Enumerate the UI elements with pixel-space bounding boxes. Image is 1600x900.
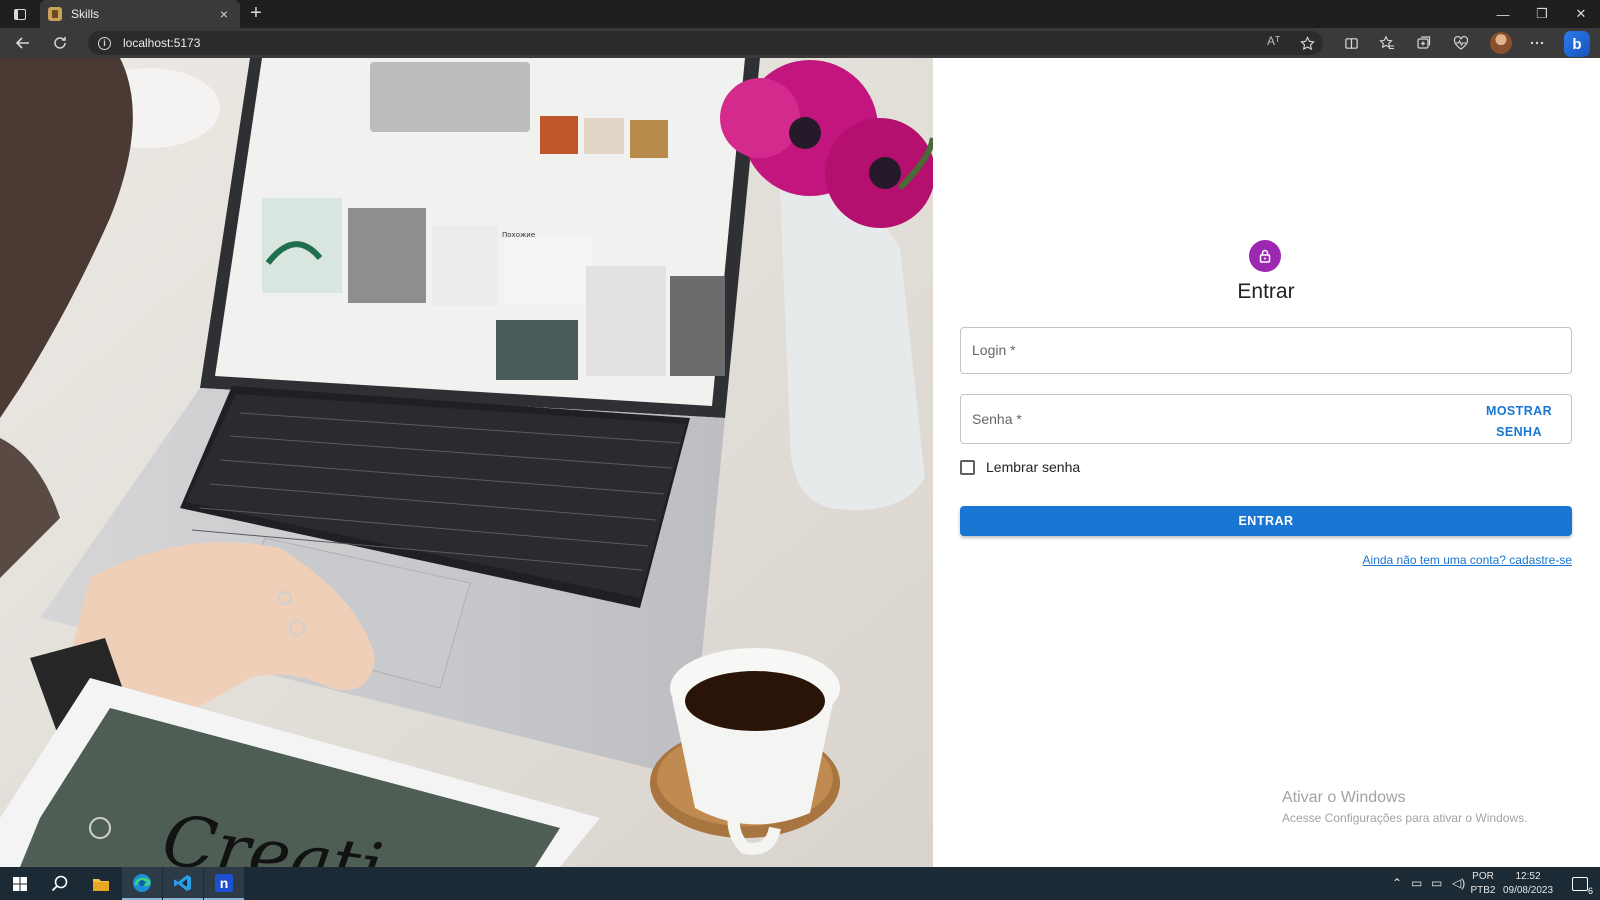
lock-icon (1259, 249, 1271, 263)
more-icon[interactable] (1524, 31, 1550, 55)
password-label: Senha * (972, 411, 1022, 427)
volume-icon[interactable]: ◁) (1452, 876, 1465, 890)
tab-favicon-icon (48, 7, 62, 21)
page-title: Entrar (1237, 280, 1295, 303)
back-arrow-icon[interactable] (10, 31, 36, 55)
chevron-up-icon[interactable]: ⌃ (1392, 876, 1402, 890)
hero-illustration: Похожие Creati (0, 58, 933, 867)
remember-checkbox[interactable] (960, 459, 975, 475)
copilot-icon[interactable]: b (1564, 31, 1590, 57)
tab-actions-icon[interactable] (8, 4, 32, 24)
show-password-line1: MOSTRAR (1486, 404, 1552, 418)
edge-icon[interactable] (122, 867, 162, 900)
clock-time: 12:52 (1515, 871, 1541, 882)
browser-toolbar: i localhost:5173 Aᵀ (0, 28, 1600, 58)
show-password-button[interactable]: MOSTRAR SENHA (1479, 401, 1559, 443)
n-app-icon[interactable]: n (204, 867, 244, 900)
browser-tab[interactable]: Skills × (40, 0, 240, 28)
activate-windows-subtitle: Acesse Configurações para ativar o Windo… (1282, 811, 1528, 825)
language-line2: PTB2 (1470, 885, 1496, 896)
tab-close-button[interactable]: × (216, 6, 232, 22)
close-window-button[interactable]: ✕ (1562, 0, 1600, 28)
notification-count: 6 (1587, 885, 1593, 896)
login-field[interactable]: Login * (960, 327, 1572, 374)
file-explorer-icon[interactable] (81, 867, 121, 900)
address-bar[interactable]: i localhost:5173 (88, 31, 1323, 55)
clock-date: 09/08/2023 (1502, 885, 1554, 896)
url-text: localhost:5173 (123, 36, 201, 50)
star-icon[interactable] (1294, 31, 1320, 55)
notification-icon[interactable]: 6 (1560, 867, 1600, 900)
refresh-icon[interactable] (47, 31, 73, 55)
read-aloud-icon[interactable]: Aᵀ (1267, 34, 1280, 48)
activate-windows-title: Ativar o Windows (1282, 789, 1406, 806)
search-icon[interactable] (40, 867, 80, 900)
show-password-line2: SENHA (1496, 425, 1542, 439)
language-line1: POR (1472, 871, 1494, 882)
collections-icon[interactable] (1411, 31, 1437, 55)
info-icon[interactable]: i (98, 36, 111, 50)
taskbar: n ⌃ ▭ ▭ ◁) POR PTB2 12:52 09/08/2023 6 (0, 867, 1600, 900)
vscode-icon[interactable] (163, 867, 203, 900)
hero-screen-caption: Похожие (502, 231, 535, 239)
hero-image: Похожие Creati (0, 58, 933, 867)
restore-button[interactable]: ❐ (1523, 0, 1561, 28)
minimize-button[interactable]: — (1484, 0, 1522, 28)
start-icon[interactable] (0, 867, 40, 900)
password-field[interactable]: Senha * MOSTRAR SENHA (960, 394, 1572, 444)
clock[interactable]: 12:52 09/08/2023 (1500, 870, 1556, 898)
remember-password[interactable]: Lembrar senha (960, 459, 1080, 475)
submit-button[interactable]: ENTRAR (960, 506, 1572, 536)
browser-titlebar: Skills × + — ❐ ✕ (0, 0, 1600, 28)
lock-avatar (1249, 240, 1281, 272)
signup-link[interactable]: Ainda não tem uma conta? cadastre-se (1363, 553, 1572, 567)
favorites-icon[interactable] (1374, 31, 1400, 55)
network-icon[interactable]: ▭ (1431, 876, 1442, 890)
split-screen-icon[interactable] (1338, 31, 1364, 55)
language-indicator[interactable]: POR PTB2 (1470, 870, 1496, 898)
heart-pulse-icon[interactable] (1448, 31, 1474, 55)
new-tab-button[interactable]: + (245, 3, 267, 25)
remember-label: Lembrar senha (986, 459, 1081, 475)
login-label: Login * (972, 342, 1016, 358)
meet-now-icon[interactable]: ▭ (1411, 876, 1422, 890)
tab-title: Skills (71, 7, 100, 21)
profile-avatar-icon[interactable] (1490, 32, 1512, 54)
